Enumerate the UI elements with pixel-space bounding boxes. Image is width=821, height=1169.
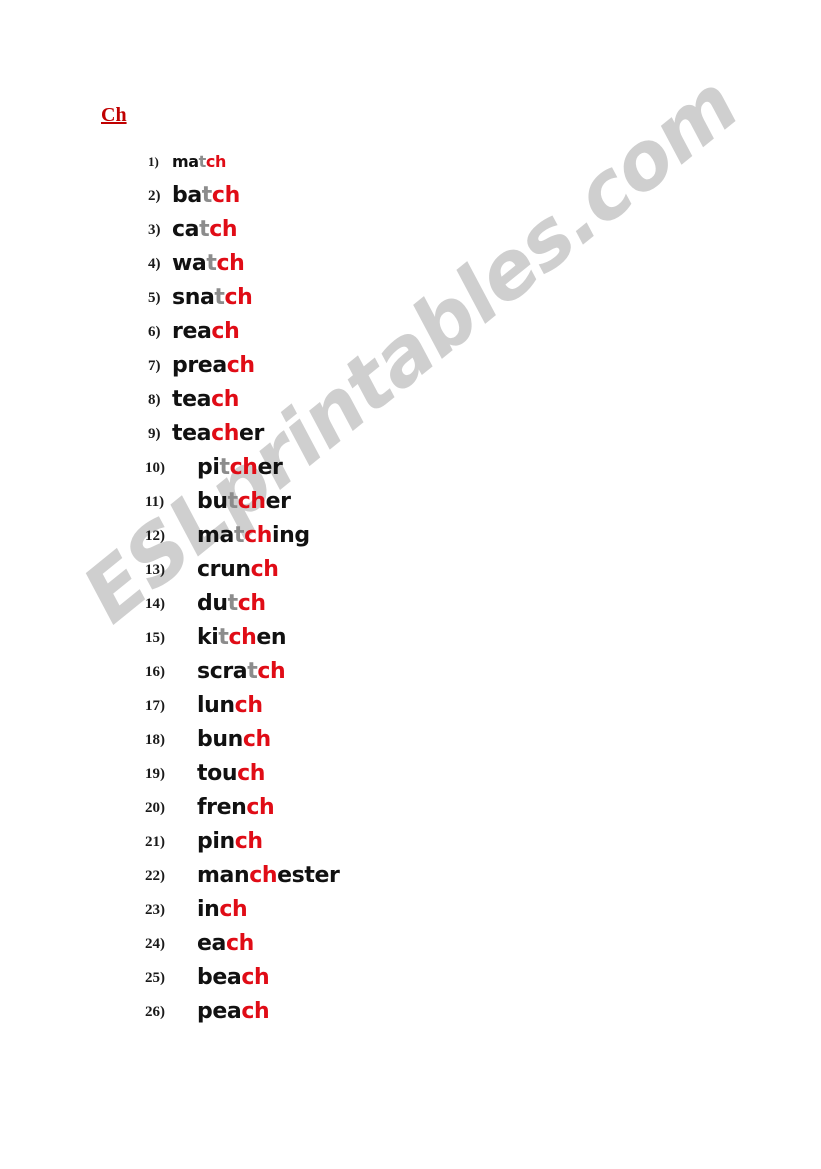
list-item-word: teach [172,387,239,412]
list-item-word: touch [197,761,265,786]
list-item-word: butcher [197,489,291,514]
list-item-word: pinch [197,829,263,854]
list-item-word: scratch [197,659,286,684]
list-item-number: 6) [148,324,161,340]
list-item-number: 16) [145,664,165,680]
list-item-number: 21) [145,834,165,850]
list-item-word: lunch [197,693,263,718]
worksheet-page: ESLprintables.com Ch 1) match 2) batch 3) cat… [0,0,821,1169]
list-item-word: snatch [172,285,253,310]
list-item-word: beach [197,965,270,990]
list-item-number: 22) [145,868,165,884]
list-item-word: dutch [197,591,266,616]
list-item-word: crunch [197,557,279,582]
list-item-number: 13) [145,562,165,578]
list-item-number: 7) [148,358,161,374]
list-item-number: 20) [145,800,165,816]
list-item-number: 15) [145,630,165,646]
list-item-number: 14) [145,596,165,612]
list-item-number: 17) [145,698,165,714]
list-item-number: 3) [148,222,161,238]
list-item-word: catch [172,217,238,242]
list-item-number: 8) [148,392,161,408]
list-item-word: reach [172,319,240,344]
list-item-number: 18) [145,732,165,748]
list-item-number: 26) [145,1004,165,1020]
list-item-word: manchester [197,863,340,888]
list-item-number: 11) [145,494,165,510]
list-item-number: 23) [145,902,165,918]
list-item-word: peach [197,999,270,1024]
list-item-word: bunch [197,727,271,752]
list-item-word: pitcher [197,455,283,480]
list-item-number: 19) [145,766,165,782]
list-item-word: matching [197,523,310,548]
list-item-number: 9) [148,426,161,442]
list-item-number: 12) [145,528,165,544]
page-title: Ch [101,104,127,126]
list-item-word: each [197,931,254,956]
list-item-word: watch [172,251,245,276]
list-item-number: 24) [145,936,165,952]
list-item-number: 2) [148,188,161,204]
list-item-number: 1) [148,154,159,169]
list-item-word: teacher [172,421,264,446]
list-item-word: match [172,152,226,171]
list-item-word: preach [172,353,255,378]
list-item-word: french [197,795,275,820]
list-item-number: 5) [148,290,161,306]
list-item-number: 25) [145,970,165,986]
list-item-word: inch [197,897,248,922]
list-item-word: kitchen [197,625,287,650]
list-item-number: 4) [148,256,161,272]
list-item-word: batch [172,183,240,208]
list-item-number: 10) [145,460,165,476]
